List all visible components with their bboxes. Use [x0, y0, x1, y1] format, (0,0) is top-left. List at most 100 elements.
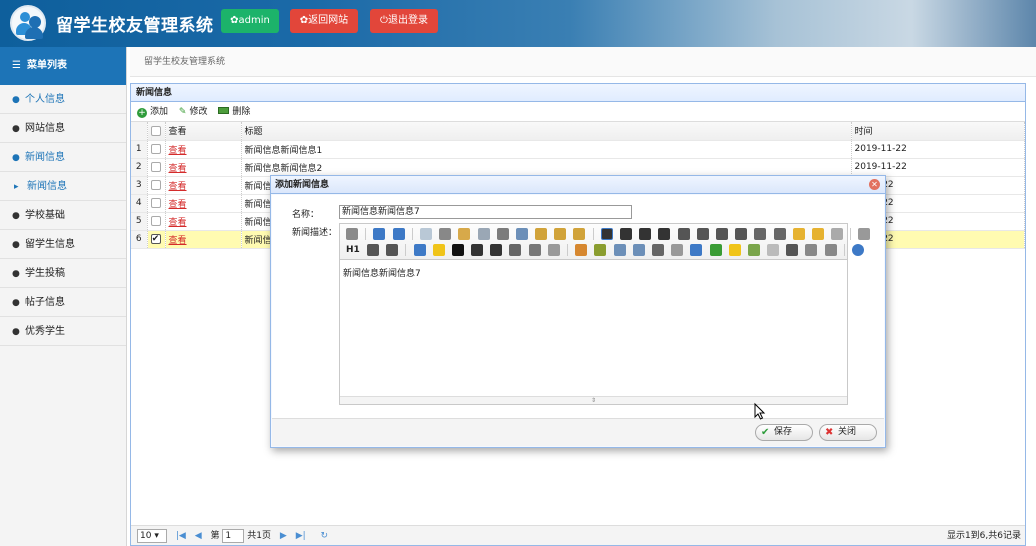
media-icon[interactable]	[632, 244, 645, 256]
outdent-icon[interactable]	[735, 228, 748, 240]
pointer-icon[interactable]	[831, 228, 844, 240]
line-height-icon[interactable]	[528, 244, 541, 256]
view-link[interactable]: 查看	[169, 218, 187, 228]
table-row[interactable]: 2 查看 新闻信息新闻信息2 2019-11-22	[131, 158, 1025, 177]
heading-dropdown[interactable]: H1	[346, 244, 360, 256]
paste-text-icon[interactable]	[554, 228, 567, 240]
clear-format-icon[interactable]	[792, 228, 805, 240]
column-view[interactable]: 查看	[165, 122, 242, 141]
table-icon[interactable]	[690, 244, 703, 256]
paste-word-icon[interactable]	[573, 228, 586, 240]
view-link[interactable]: 查看	[169, 200, 187, 210]
select-all-checkbox[interactable]	[150, 125, 161, 136]
underline-icon[interactable]	[490, 244, 503, 256]
sidebar-item-submissions[interactable]: ● 学生投稿	[0, 259, 126, 288]
paste-icon[interactable]	[535, 228, 548, 240]
prev-page-icon[interactable]: ◀	[195, 531, 202, 541]
copy-icon[interactable]	[515, 228, 528, 240]
unlink-icon[interactable]	[824, 244, 837, 256]
sidebar-item-posts[interactable]: ● 帖子信息	[0, 288, 126, 317]
ordered-list-icon[interactable]	[677, 228, 690, 240]
template-icon[interactable]	[458, 228, 471, 240]
page-size-select[interactable]: 10 ▾	[137, 528, 167, 543]
save-label: 保存	[774, 427, 793, 437]
select-all-icon[interactable]	[811, 228, 824, 240]
strikethrough-icon[interactable]	[509, 244, 522, 256]
undo-icon[interactable]	[373, 228, 386, 240]
view-link[interactable]: 查看	[169, 164, 187, 174]
baidu-map-icon[interactable]	[747, 244, 760, 256]
row-checkbox[interactable]	[150, 179, 161, 190]
sidebar-subitem-news[interactable]: ▸ 新闻信息	[0, 172, 126, 201]
remove-format-icon[interactable]	[547, 244, 560, 256]
back-to-site-button[interactable]: ✿返回网站	[290, 9, 358, 33]
column-time[interactable]: 时间	[851, 122, 1025, 141]
insert-file-icon[interactable]	[651, 244, 664, 256]
row-checkbox[interactable]	[150, 197, 161, 208]
column-title[interactable]: 标题	[241, 122, 852, 141]
italic-icon[interactable]	[471, 244, 484, 256]
view-link[interactable]: 查看	[169, 146, 187, 156]
row-checkbox[interactable]	[150, 143, 161, 154]
view-cell: 查看	[165, 212, 242, 231]
superscript-icon[interactable]	[773, 228, 786, 240]
refresh-icon[interactable]: ↻	[321, 531, 329, 541]
save-button[interactable]: ✔ 保存	[755, 424, 813, 441]
add-button[interactable]: + 添加	[137, 102, 168, 122]
dialog-close-icon[interactable]: ✕	[869, 179, 880, 190]
sidebar-item-students[interactable]: ● 留学生信息	[0, 230, 126, 259]
sidebar-item-outstanding[interactable]: ● 优秀学生	[0, 317, 126, 346]
preview-icon[interactable]	[419, 228, 432, 240]
row-checkbox[interactable]	[150, 161, 161, 172]
editor-resize-bar[interactable]: ⇕	[340, 396, 847, 404]
redo-icon[interactable]	[392, 228, 405, 240]
page-break-icon[interactable]	[767, 244, 780, 256]
admin-button[interactable]: ✿admin	[221, 9, 279, 33]
row-checkbox[interactable]	[150, 215, 161, 226]
delete-button[interactable]: 删除	[218, 102, 250, 122]
page-number-input[interactable]: 1	[222, 528, 245, 543]
emoticon-icon[interactable]	[728, 244, 741, 256]
close-button[interactable]: ✖ 关闭	[819, 424, 877, 441]
multi-image-icon[interactable]	[594, 244, 607, 256]
bold-icon[interactable]	[451, 244, 464, 256]
edit-button[interactable]: ✎ 修改	[179, 102, 208, 122]
align-center-icon[interactable]	[620, 228, 632, 240]
source-icon[interactable]	[346, 228, 358, 240]
last-page-icon[interactable]: ▶|	[296, 531, 306, 541]
horizontal-rule-icon[interactable]	[709, 244, 722, 256]
view-link[interactable]: 查看	[169, 236, 187, 246]
row-checkbox-checked[interactable]	[150, 233, 161, 244]
cut-icon[interactable]	[496, 228, 509, 240]
attachment-icon[interactable]	[671, 244, 684, 256]
font-size-icon[interactable]	[386, 244, 399, 256]
subscript-icon[interactable]	[754, 228, 767, 240]
align-left-icon[interactable]	[600, 228, 613, 240]
view-link[interactable]: 查看	[169, 182, 187, 192]
align-right-icon[interactable]	[639, 228, 652, 240]
code-icon[interactable]	[477, 228, 490, 240]
fullscreen-icon[interactable]	[858, 228, 871, 240]
indent-icon[interactable]	[715, 228, 728, 240]
next-page-icon[interactable]: ▶	[280, 531, 287, 541]
highlight-color-icon[interactable]	[432, 244, 445, 256]
unordered-list-icon[interactable]	[696, 228, 709, 240]
image-icon[interactable]	[575, 244, 588, 256]
name-input[interactable]: 新闻信息新闻信息7	[339, 205, 632, 219]
sidebar-item-school-basics[interactable]: ● 学校基础	[0, 201, 126, 230]
help-icon[interactable]	[852, 244, 865, 256]
sidebar-item-site-info[interactable]: ● 网站信息	[0, 114, 126, 143]
sidebar-item-personal-info[interactable]: ● 个人信息	[0, 85, 126, 114]
justify-icon[interactable]	[658, 228, 671, 240]
font-color-icon[interactable]	[413, 244, 426, 256]
sidebar-item-news[interactable]: ● 新闻信息	[0, 143, 126, 172]
link-icon[interactable]	[805, 244, 818, 256]
table-row[interactable]: 1 查看 新闻信息新闻信息1 2019-11-22	[131, 140, 1025, 159]
print-icon[interactable]	[439, 228, 452, 240]
flash-icon[interactable]	[613, 244, 626, 256]
editor-content[interactable]: 新闻信息新闻信息7	[340, 260, 847, 396]
logout-button[interactable]: ⏻退出登录	[370, 9, 438, 33]
anchor-icon[interactable]	[786, 244, 799, 256]
first-page-icon[interactable]: |◀	[176, 531, 186, 541]
font-family-icon[interactable]	[366, 244, 379, 256]
